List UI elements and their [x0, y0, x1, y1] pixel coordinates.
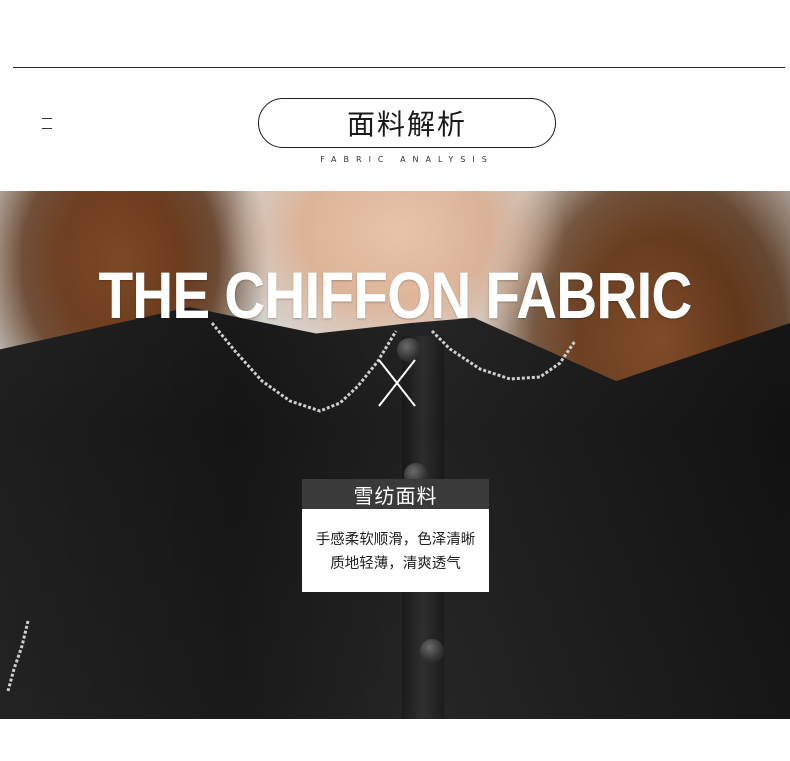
shirt-button — [420, 639, 444, 663]
side-mark-top — [42, 118, 52, 119]
fabric-info-card: 雪纺面料 手感柔软顺滑，色泽清晰 质地轻薄，清爽透气 — [302, 479, 489, 592]
x-divider-icon — [378, 359, 416, 407]
hero-headline: THE CHIFFON FABRIC — [98, 258, 692, 332]
fabric-description-line: 质地轻薄，清爽透气 — [330, 556, 461, 572]
product-detail-page: 面料解析 FABRIC ANALYSIS THE CHIFFON FABRIC … — [0, 0, 790, 761]
section-subtitle: FABRIC ANALYSIS — [320, 155, 494, 164]
fabric-card-title: 雪纺面料 — [353, 483, 438, 508]
fabric-description-line: 手感柔软顺滑，色泽清晰 — [315, 532, 476, 548]
top-divider — [13, 67, 785, 68]
side-mark-bottom — [42, 128, 52, 129]
section-title-pill: 面料解析 — [258, 98, 556, 148]
fabric-card-header: 雪纺面料 — [302, 479, 489, 509]
section-title: 面料解析 — [346, 108, 467, 141]
fabric-card-body: 手感柔软顺滑，色泽清晰 质地轻薄，清爽透气 — [302, 509, 489, 576]
